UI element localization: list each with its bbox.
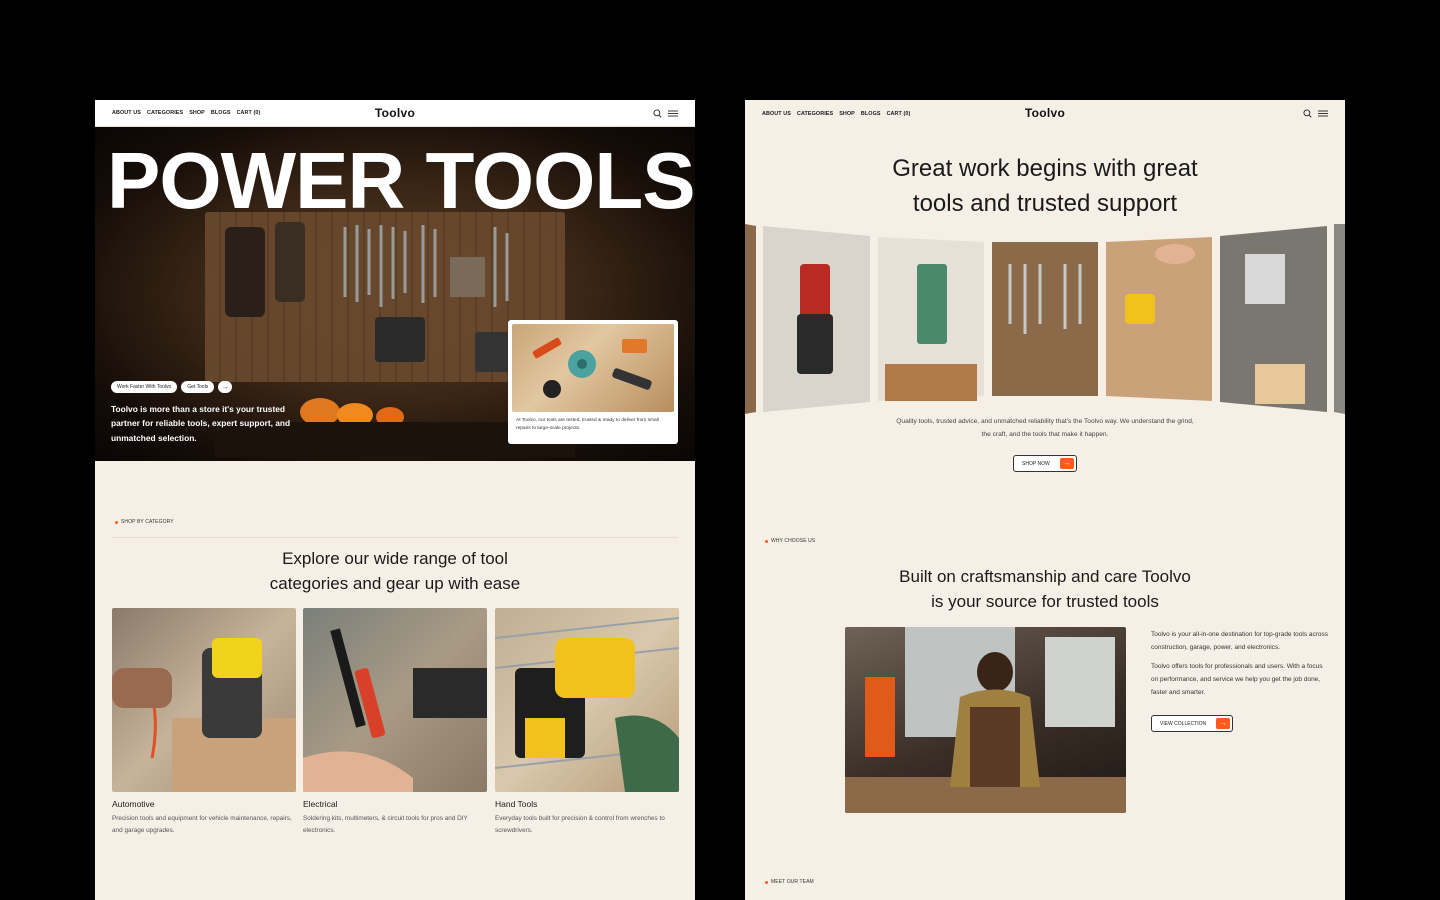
tool-gallery	[745, 224, 1345, 414]
arrow-right-icon: →	[1216, 718, 1231, 729]
category-description: Precision tools and equipment for vehicl…	[112, 815, 292, 835]
hero-description: Toolvo is more than a store it's your tr…	[111, 404, 291, 443]
category-name: Hand Tools	[495, 799, 538, 809]
work-faster-pill[interactable]: Work Faster With Toolvo	[111, 381, 178, 393]
nav-categories[interactable]: CATEGORIES	[797, 111, 833, 117]
hand-tools-image	[495, 608, 679, 792]
view-collection-label: VIEW COLLECTION	[1160, 720, 1207, 727]
why-heading: Built on craftsmanship and care Toolvo i…	[745, 565, 1345, 615]
about-heading-line2: tools and trusted support	[912, 189, 1178, 217]
nav-cart[interactable]: CART (0)	[887, 111, 911, 117]
hero-section: POWER TOOLS Work Faster With Toolvo Get …	[95, 127, 695, 461]
shop-now-button[interactable]: SHOP NOW →	[1013, 455, 1077, 472]
category-description: Everyday tools built for precision & con…	[495, 815, 665, 835]
nav-blogs[interactable]: BLOGS	[211, 110, 231, 116]
category-name: Electrical	[303, 799, 338, 809]
tag-label: WHY CHOOSE US	[771, 538, 816, 544]
why-paragraph-2: Toolvo offers tools for professionals an…	[1151, 663, 1323, 696]
hero-title: POWER TOOLS	[107, 136, 695, 225]
craftsman-image	[845, 627, 1126, 813]
tag-label: MEET OUR TEAM	[771, 879, 814, 885]
nav-categories[interactable]: CATEGORIES	[147, 110, 183, 116]
navbar: ABOUT US CATEGORIES SHOP BLOGS CART (0) …	[95, 100, 695, 127]
view-collection-button[interactable]: VIEW COLLECTION →	[1151, 715, 1234, 732]
about-heading-line1: Great work begins with great	[892, 155, 1198, 182]
category-description: Soldering kits, multimeters, & circuit t…	[303, 815, 468, 835]
divider	[112, 537, 678, 538]
get-tools-pill[interactable]: Get Tools	[181, 381, 215, 393]
about-panel: ABOUT US CATEGORIES SHOP BLOGS CART (0) …	[745, 100, 1345, 900]
tag-dot-icon	[765, 880, 768, 884]
nav-about-us[interactable]: ABOUT US	[112, 110, 141, 116]
category-name: Automotive	[112, 799, 155, 809]
why-heading-line1: Built on craftsmanship and care Toolvo	[899, 567, 1191, 586]
nav-shop[interactable]: SHOP	[839, 111, 855, 117]
why-text: Toolvo is your all-in-one destination fo…	[1151, 628, 1331, 699]
nav-cart[interactable]: CART (0)	[237, 110, 261, 116]
menu-icon[interactable]	[1318, 110, 1328, 117]
hero-pills: Work Faster With Toolvo Get Tools →	[111, 381, 233, 393]
category-heading-line2: categories and gear up with ease	[269, 573, 521, 593]
search-icon[interactable]	[653, 108, 662, 118]
category-card-automotive[interactable]: Automotive Precision tools and equipment…	[112, 608, 296, 837]
category-heading: Explore our wide range of tool categorie…	[95, 547, 695, 597]
tag-dot-icon	[115, 520, 118, 524]
category-heading-line1: Explore our wide range of tool	[282, 549, 508, 568]
why-paragraph-1: Toolvo is your all-in-one destination fo…	[1151, 631, 1329, 651]
nav-blogs[interactable]: BLOGS	[861, 111, 881, 117]
search-icon[interactable]	[1303, 109, 1312, 118]
tag-dot-icon	[765, 539, 768, 543]
homepage-panel: ABOUT US CATEGORIES SHOP BLOGS CART (0) …	[95, 100, 695, 900]
workbench-image	[512, 324, 674, 412]
nav-links: ABOUT US CATEGORIES SHOP BLOGS CART (0)	[762, 111, 910, 117]
menu-icon[interactable]	[668, 110, 678, 117]
meet-our-team-tag: MEET OUR TEAM	[765, 879, 814, 885]
tag-label: SHOP BY CATEGORY	[121, 519, 174, 525]
hero-feature-card[interactable]: At Toolvo, our tools are tested, trusted…	[508, 320, 678, 444]
hero-card-text: At Toolvo, our tools are tested, trusted…	[516, 418, 659, 431]
nav-shop[interactable]: SHOP	[189, 110, 205, 116]
navbar: ABOUT US CATEGORIES SHOP BLOGS CART (0) …	[745, 100, 1345, 127]
electrical-image	[303, 608, 487, 792]
nav-about-us[interactable]: ABOUT US	[762, 111, 791, 117]
arrow-right-icon: →	[1059, 458, 1074, 469]
arrow-right-icon[interactable]: →	[218, 381, 233, 393]
shop-now-label: SHOP NOW	[1022, 460, 1050, 467]
why-choose-us-tag: WHY CHOOSE US	[765, 538, 815, 544]
automotive-image	[112, 608, 296, 792]
why-heading-line2: is your source for trusted tools	[931, 591, 1159, 611]
shop-by-category-tag: SHOP BY CATEGORY	[115, 519, 174, 525]
about-heading: Great work begins with great tools and t…	[745, 152, 1345, 222]
category-card-electrical[interactable]: Electrical Soldering kits, multimeters, …	[303, 608, 487, 837]
nav-links: ABOUT US CATEGORIES SHOP BLOGS CART (0)	[112, 110, 260, 116]
about-copy: Quality tools, trusted advice, and unmat…	[896, 418, 1194, 438]
category-card-hand-tools[interactable]: Hand Tools Everyday tools built for prec…	[495, 608, 679, 837]
